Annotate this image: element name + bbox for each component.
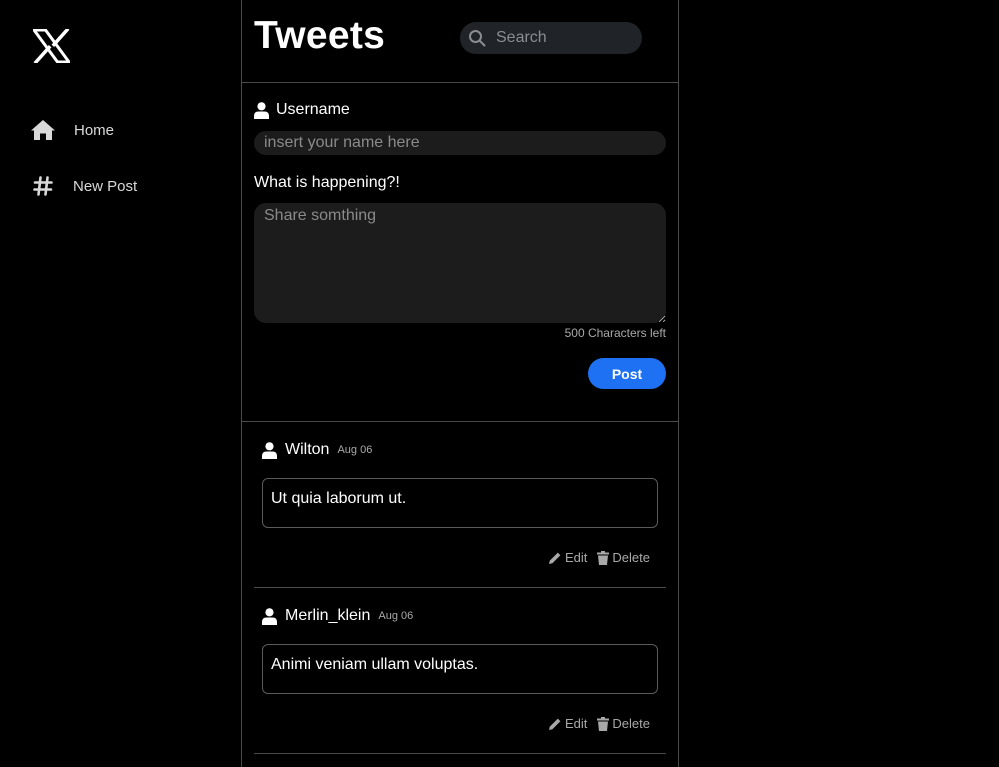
tweet-date: Aug 06 bbox=[337, 444, 373, 456]
search-input[interactable] bbox=[494, 28, 634, 48]
characters-left-counter: 500 Characters left bbox=[564, 326, 666, 340]
tweet-actions: Edit Delete bbox=[548, 716, 650, 731]
search-box[interactable] bbox=[460, 22, 642, 54]
compose-prompt-label: What is happening?! bbox=[254, 174, 400, 191]
sidebar-item-label: Home bbox=[74, 121, 115, 139]
delete-label: Delete bbox=[612, 716, 650, 731]
edit-label: Edit bbox=[565, 716, 588, 731]
header: Tweets bbox=[242, 0, 678, 83]
delete-label: Delete bbox=[612, 550, 650, 565]
username-label: Username bbox=[276, 101, 350, 118]
tweet-text: Animi veniam ullam voluptas. bbox=[262, 644, 658, 694]
user-icon bbox=[254, 101, 269, 119]
edit-label: Edit bbox=[565, 550, 588, 565]
tweet-card: Merlin_klein Aug 06 Animi veniam ullam v… bbox=[254, 588, 666, 754]
tweet-date: Aug 06 bbox=[378, 610, 414, 622]
tweet-feed: Wilton Aug 06 Ut quia laborum ut. Edit D… bbox=[242, 422, 678, 754]
post-button[interactable]: Post bbox=[588, 358, 666, 389]
user-icon bbox=[262, 607, 277, 625]
tweet-actions: Edit Delete bbox=[548, 550, 650, 565]
trash-icon bbox=[597, 550, 610, 565]
trash-icon bbox=[597, 716, 610, 731]
compose-form: Username What is happening?! 500 Charact… bbox=[242, 83, 678, 422]
sidebar: Home New Post bbox=[0, 0, 241, 767]
username-field[interactable] bbox=[254, 131, 666, 155]
sidebar-item-label: New Post bbox=[73, 177, 138, 195]
username-label-row: Username bbox=[254, 101, 350, 119]
page-title: Tweets bbox=[254, 14, 386, 57]
sidebar-item-home[interactable]: Home bbox=[30, 115, 114, 145]
delete-button[interactable]: Delete bbox=[597, 550, 650, 565]
tweet-card: Wilton Aug 06 Ut quia laborum ut. Edit D… bbox=[254, 422, 666, 588]
pencil-icon bbox=[549, 718, 561, 730]
app: Home New Post Tweets Search Username ins… bbox=[0, 0, 999, 767]
tweet-header: Wilton Aug 06 bbox=[262, 441, 372, 459]
home-icon bbox=[30, 117, 56, 143]
tweet-username: Wilton bbox=[285, 441, 330, 458]
search-icon bbox=[468, 29, 486, 47]
user-icon bbox=[262, 441, 277, 459]
pencil-icon bbox=[549, 552, 561, 564]
tweet-header: Merlin_klein Aug 06 bbox=[262, 607, 413, 625]
hashtag-icon bbox=[30, 173, 56, 199]
tweet-username: Merlin_klein bbox=[285, 607, 371, 624]
tweet-textarea[interactable] bbox=[254, 203, 666, 323]
edit-button[interactable]: Edit bbox=[548, 550, 587, 565]
delete-button[interactable]: Delete bbox=[597, 716, 650, 731]
edit-button[interactable]: Edit bbox=[548, 716, 587, 731]
x-logo-icon[interactable] bbox=[31, 27, 72, 65]
main-column: Tweets Username bbox=[241, 0, 679, 767]
sidebar-item-new-post[interactable]: New Post bbox=[30, 171, 137, 201]
tweet-text: Ut quia laborum ut. bbox=[262, 478, 658, 528]
